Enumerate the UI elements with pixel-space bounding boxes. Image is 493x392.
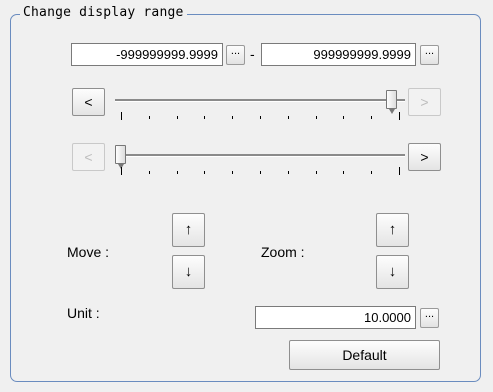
slider-tick bbox=[343, 116, 344, 119]
slider-tick bbox=[204, 171, 205, 174]
slider-tick bbox=[399, 167, 400, 175]
slider-tick bbox=[204, 116, 205, 119]
slider-tick bbox=[121, 112, 122, 120]
group-title: Change display range bbox=[20, 5, 187, 20]
max-slider-left-button[interactable]: < bbox=[72, 88, 105, 116]
zoom-label: Zoom : bbox=[261, 244, 305, 260]
slider-tick bbox=[371, 171, 372, 174]
slider-tick bbox=[260, 171, 261, 174]
arrow-down-icon: ↓ bbox=[184, 263, 193, 280]
unit-ellipsis-button[interactable]: ... bbox=[420, 308, 439, 328]
range-max-input[interactable]: 999999999.9999 bbox=[261, 43, 416, 66]
slider-tick bbox=[399, 112, 400, 120]
slider-tick bbox=[260, 116, 261, 119]
slider-tick bbox=[371, 116, 372, 119]
max-slider-right-button[interactable]: > bbox=[408, 88, 441, 116]
move-down-button[interactable]: ↓ bbox=[172, 255, 205, 289]
arrow-up-icon: ↑ bbox=[388, 221, 397, 238]
slider-tick bbox=[232, 171, 233, 174]
move-label: Move : bbox=[67, 244, 110, 260]
slider-tick bbox=[343, 171, 344, 174]
arrow-up-icon: ↑ bbox=[184, 221, 193, 238]
slider-tick bbox=[149, 171, 150, 174]
max-slider-thumb[interactable] bbox=[386, 90, 397, 114]
slider-tick bbox=[316, 171, 317, 174]
zoom-out-button[interactable]: ↓ bbox=[376, 255, 409, 289]
slider-track bbox=[115, 99, 405, 102]
min-range-slider[interactable] bbox=[115, 143, 405, 183]
slider-tick bbox=[177, 171, 178, 174]
slider-tick bbox=[121, 167, 122, 175]
min-slider-thumb[interactable] bbox=[115, 145, 126, 169]
default-button[interactable]: Default bbox=[289, 340, 440, 370]
unit-input[interactable]: 10.0000 bbox=[255, 306, 416, 329]
range-max-ellipsis-button[interactable]: ... bbox=[420, 45, 439, 65]
slider-tick bbox=[288, 171, 289, 174]
slider-track bbox=[115, 154, 405, 157]
move-up-button[interactable]: ↑ bbox=[172, 213, 205, 247]
range-separator: - bbox=[250, 46, 255, 62]
slider-tick bbox=[232, 116, 233, 119]
slider-tick bbox=[149, 116, 150, 119]
zoom-in-button[interactable]: ↑ bbox=[376, 213, 409, 247]
range-min-input[interactable]: -999999999.9999 bbox=[71, 43, 223, 66]
max-range-slider[interactable] bbox=[115, 88, 405, 128]
slider-tick bbox=[288, 116, 289, 119]
arrow-down-icon: ↓ bbox=[388, 263, 397, 280]
unit-label: Unit : bbox=[67, 305, 100, 321]
slider-tick bbox=[177, 116, 178, 119]
min-slider-left-button[interactable]: < bbox=[72, 143, 105, 171]
slider-tick bbox=[316, 116, 317, 119]
range-min-ellipsis-button[interactable]: ... bbox=[226, 45, 245, 65]
min-slider-right-button[interactable]: > bbox=[408, 143, 441, 171]
